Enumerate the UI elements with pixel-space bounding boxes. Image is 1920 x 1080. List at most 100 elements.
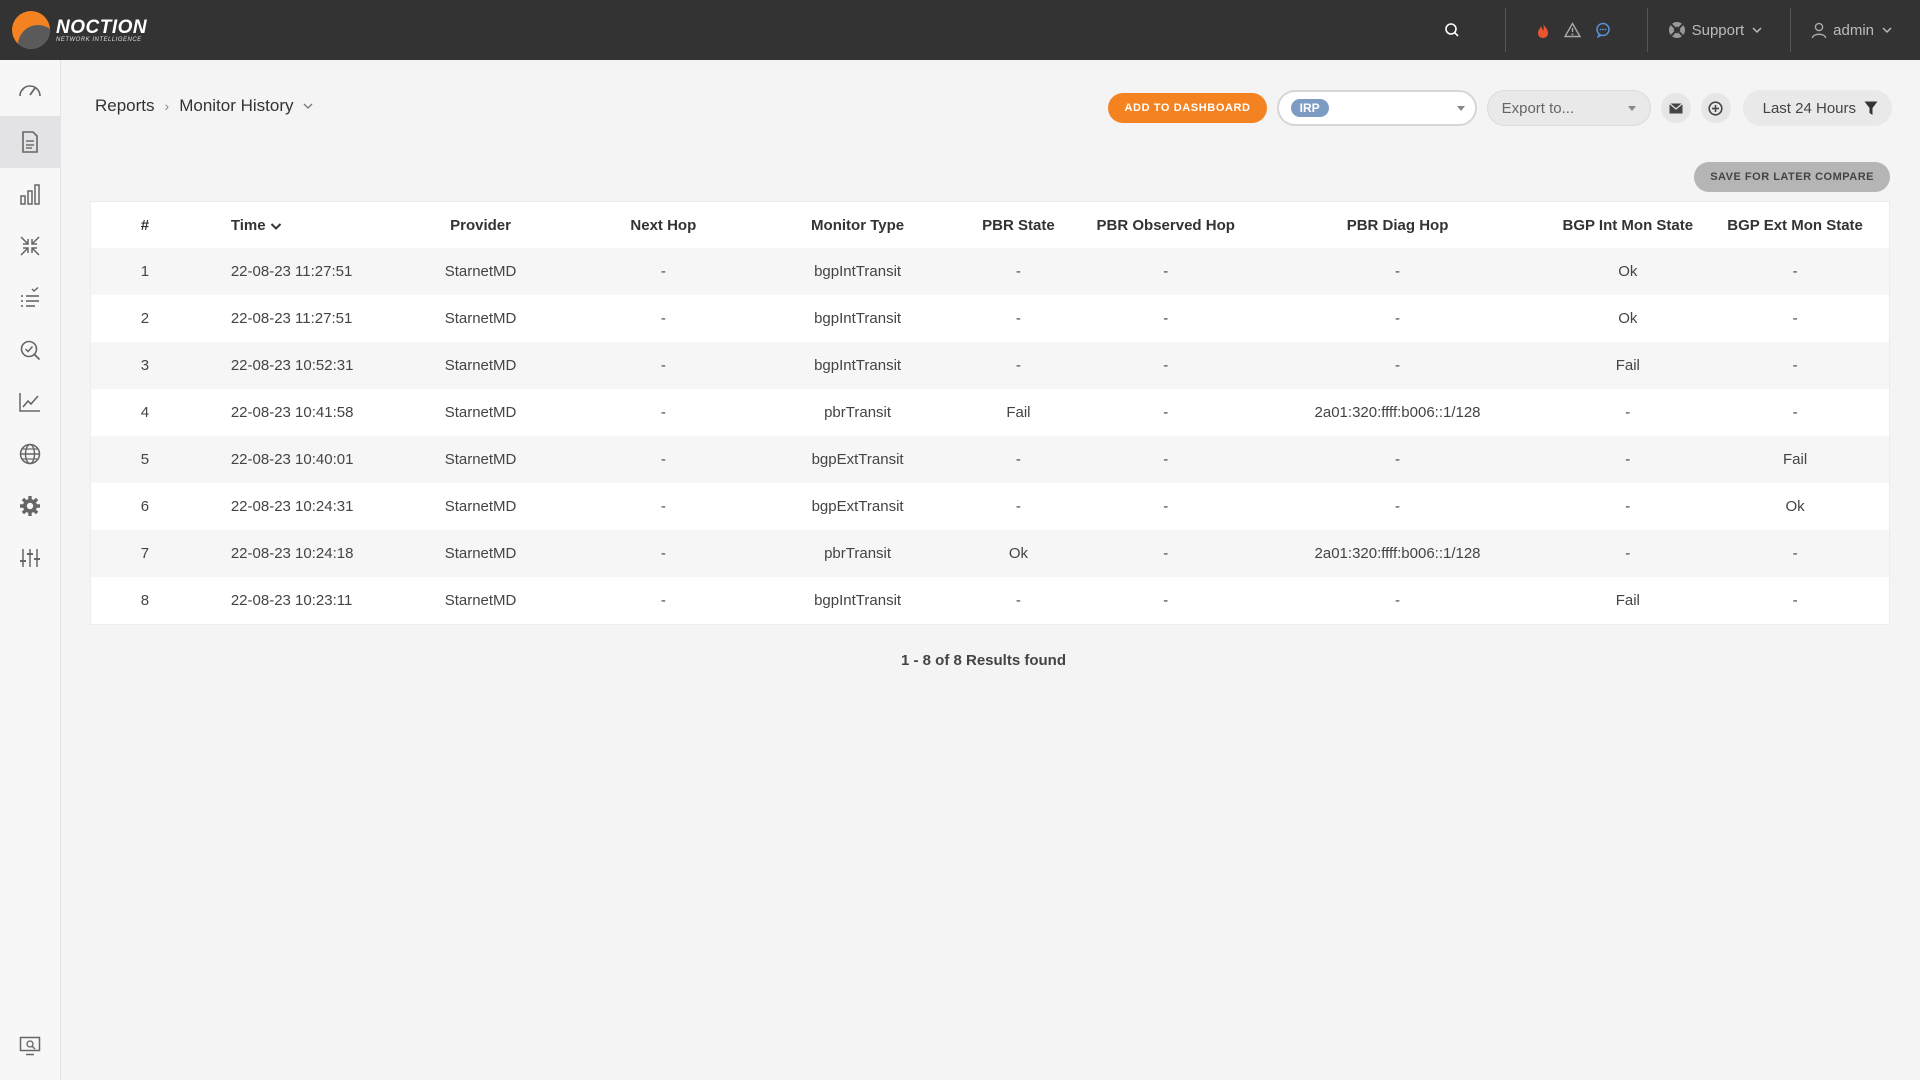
table-cell: - bbox=[1625, 404, 1631, 421]
add-to-dashboard-button[interactable]: ADD TO DASHBOARD bbox=[1108, 93, 1267, 123]
table-cell: StarnetMD bbox=[444, 592, 517, 609]
table-cell: Fail bbox=[1615, 592, 1640, 609]
table-cell: - bbox=[1625, 498, 1631, 515]
sidebar-item-bar-chart[interactable] bbox=[0, 168, 60, 220]
table-cell: 7 bbox=[140, 545, 150, 562]
table-cell: - bbox=[1792, 263, 1798, 280]
table-cell: - bbox=[1395, 592, 1401, 609]
table-row[interactable]: 7 22-08-23 10:24:18 StarnetMD - pbrTransit Ok… bbox=[91, 530, 1889, 577]
search-button[interactable] bbox=[1433, 0, 1471, 60]
column-header[interactable]: PBR Diag Hop bbox=[1241, 202, 1555, 248]
fire-icon[interactable] bbox=[1536, 22, 1550, 39]
top-bar: NOCTION NETWORK INTELLIGENCE Support adm… bbox=[0, 0, 1920, 60]
table-cell: StarnetMD bbox=[444, 310, 517, 327]
column-header[interactable]: Monitor Type bbox=[769, 202, 946, 248]
support-label: Support bbox=[1691, 21, 1745, 39]
irp-chip[interactable]: IRP bbox=[1290, 99, 1329, 117]
warning-icon[interactable] bbox=[1563, 22, 1581, 38]
table-cell: - bbox=[660, 451, 666, 468]
user-menu[interactable]: admin bbox=[1791, 0, 1920, 60]
column-header[interactable]: PBR State bbox=[946, 202, 1091, 248]
column-header[interactable]: Provider bbox=[404, 202, 558, 248]
reports-icon bbox=[22, 131, 38, 153]
logo-mark-icon bbox=[12, 11, 50, 49]
sidebar-item-globe[interactable] bbox=[0, 428, 60, 480]
email-button[interactable] bbox=[1660, 93, 1691, 123]
table-row[interactable]: 3 22-08-23 10:52:31 StarnetMD - bgpIntTransi… bbox=[91, 342, 1889, 389]
column-header[interactable]: BGP Int Mon State bbox=[1554, 202, 1701, 248]
table-row[interactable]: 4 22-08-23 10:41:58 StarnetMD - pbrTransit Fa… bbox=[91, 389, 1889, 436]
table-cell: - bbox=[660, 592, 666, 609]
envelope-icon bbox=[1668, 102, 1683, 113]
table-cell: 4 bbox=[140, 404, 150, 421]
sliders-icon bbox=[20, 549, 40, 567]
table-row[interactable]: 6 22-08-23 10:24:31 StarnetMD - bgpExtTransi… bbox=[91, 483, 1889, 530]
breadcrumb-reports[interactable]: Reports bbox=[95, 96, 155, 116]
gear-icon bbox=[20, 496, 40, 516]
table-cell: 22-08-23 10:24:31 bbox=[230, 498, 354, 515]
table-cell: - bbox=[1015, 498, 1021, 515]
sort-desc-icon bbox=[270, 222, 281, 230]
table-cell: - bbox=[1792, 357, 1798, 374]
table-cell: - bbox=[660, 310, 666, 327]
filter-icon bbox=[1864, 101, 1878, 115]
bar-chart-icon bbox=[20, 184, 40, 205]
breadcrumb-current[interactable]: Monitor History bbox=[179, 96, 293, 116]
instance-select[interactable]: IRP bbox=[1276, 90, 1477, 126]
table-cell: 5 bbox=[140, 451, 150, 468]
results-count: 1 - 8 of 8 Results found bbox=[900, 652, 1066, 669]
noction-logo[interactable]: NOCTION NETWORK INTELLIGENCE bbox=[12, 0, 147, 60]
table-cell: 2a01:320:ffff:b006::1/128 bbox=[1314, 404, 1481, 421]
table-row[interactable]: 8 22-08-23 10:23:11 StarnetMD - bgpIntTransi… bbox=[91, 577, 1889, 624]
sidebar-item-collapse[interactable] bbox=[0, 220, 60, 272]
table-cell: - bbox=[1163, 545, 1169, 562]
table-cell: bgpExtTransit bbox=[811, 451, 904, 468]
table-cell: 6 bbox=[140, 498, 150, 515]
sidebar-item-monitor-search[interactable] bbox=[0, 1020, 60, 1072]
table-cell: bgpIntTransit bbox=[814, 357, 902, 374]
sidebar-item-line-chart[interactable] bbox=[0, 376, 60, 428]
support-menu[interactable]: Support bbox=[1648, 0, 1791, 60]
table-cell: StarnetMD bbox=[444, 545, 517, 562]
table-header-row: # Time Provider Next Hop Monitor Type PB… bbox=[91, 202, 1889, 248]
sidebar-item-settings[interactable] bbox=[0, 480, 60, 532]
column-header[interactable]: Next Hop bbox=[557, 202, 769, 248]
sidebar-item-reports[interactable] bbox=[0, 116, 60, 168]
time-range-filter[interactable]: Last 24 Hours bbox=[1742, 90, 1892, 126]
table-cell: 22-08-23 11:27:51 bbox=[230, 310, 353, 327]
sidebar-item-sliders[interactable] bbox=[0, 532, 60, 584]
plus-circle-icon bbox=[1708, 100, 1723, 116]
sidebar-item-checklist[interactable] bbox=[0, 272, 60, 324]
sidebar bbox=[0, 60, 61, 1080]
table-cell: 1 bbox=[140, 263, 150, 280]
table-cell: pbrTransit bbox=[824, 404, 892, 421]
export-select[interactable]: Export to... bbox=[1486, 90, 1651, 126]
table-cell: - bbox=[1792, 545, 1798, 562]
table-cell: - bbox=[660, 545, 666, 562]
save-for-later-compare-button[interactable]: SAVE FOR LATER COMPARE bbox=[1694, 162, 1890, 192]
table-row[interactable]: 1 22-08-23 11:27:51 StarnetMD - bgpIntTransi… bbox=[91, 248, 1889, 295]
column-header[interactable]: BGP Ext Mon State bbox=[1701, 202, 1889, 248]
table-cell: - bbox=[1163, 310, 1169, 327]
column-header[interactable]: PBR Observed Hop bbox=[1091, 202, 1241, 248]
table-row[interactable]: 5 22-08-23 10:40:01 StarnetMD - bgpExtTransi… bbox=[91, 436, 1889, 483]
table-cell: StarnetMD bbox=[444, 357, 517, 374]
dropdown-arrow-icon bbox=[1456, 105, 1465, 111]
table-cell: Ok bbox=[1618, 310, 1638, 327]
table-row[interactable]: 2 22-08-23 11:27:51 StarnetMD - bgpIntTransi… bbox=[91, 295, 1889, 342]
table-cell: StarnetMD bbox=[444, 451, 517, 468]
column-header[interactable]: # bbox=[91, 202, 199, 248]
chevron-down-icon[interactable] bbox=[302, 100, 314, 112]
logo-name: NOCTION bbox=[56, 16, 148, 38]
line-chart-icon bbox=[19, 393, 40, 412]
sidebar-item-dashboard[interactable] bbox=[0, 64, 60, 116]
table-cell: - bbox=[1163, 451, 1169, 468]
sidebar-item-search-check[interactable] bbox=[0, 324, 60, 376]
table-cell: - bbox=[660, 498, 666, 515]
add-button[interactable] bbox=[1700, 93, 1731, 123]
table-cell: - bbox=[1625, 545, 1631, 562]
chat-icon[interactable] bbox=[1595, 22, 1611, 38]
table-body: 1 22-08-23 11:27:51 StarnetMD - bgpIntTransi… bbox=[91, 248, 1889, 624]
column-header-time[interactable]: Time bbox=[199, 202, 404, 248]
table-cell: 22-08-23 10:52:31 bbox=[230, 357, 354, 374]
